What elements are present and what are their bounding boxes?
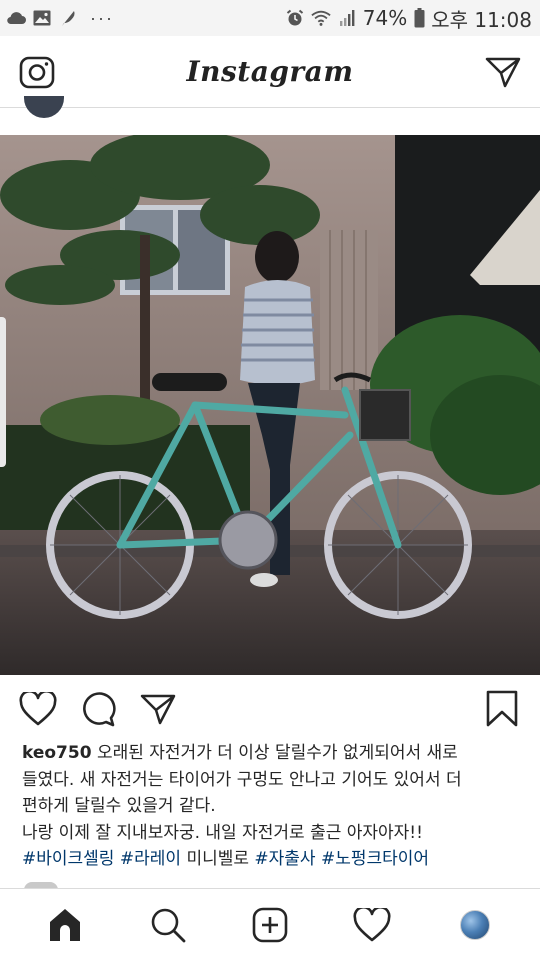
- instagram-logo[interactable]: Instagram: [187, 55, 354, 88]
- post-photo[interactable]: [0, 135, 540, 675]
- search-icon[interactable]: [143, 900, 193, 950]
- home-icon[interactable]: [40, 900, 90, 950]
- camera-icon[interactable]: [18, 53, 56, 91]
- side-edge-tab: [0, 317, 6, 467]
- profile-avatar-image: [459, 909, 490, 940]
- cloud-icon: [6, 8, 26, 28]
- like-icon[interactable]: [18, 689, 58, 729]
- hashtag[interactable]: #바이크셀링: [22, 849, 114, 869]
- status-bar: ··· 74% 오후 11:08: [0, 0, 540, 36]
- alarm-icon: [285, 8, 305, 28]
- caption-text-4: 나랑 이제 잘 지내보자궁. 내일 자전거로 출근 아자아자!!: [22, 822, 423, 843]
- activity-icon[interactable]: [347, 900, 397, 950]
- caption-text-2: 들였다. 새 자전거는 타이어가 구멍도 안나고 기어도 있어서 더: [22, 769, 462, 790]
- bottom-navigation: [0, 888, 540, 960]
- caption-text-1: 오래된 자전거가 더 이상 달릴수가 없게되어서 새로: [96, 743, 458, 763]
- profile-avatar[interactable]: [450, 900, 500, 950]
- more-dots-icon: ···: [90, 7, 114, 28]
- status-bar-right: 74% 오후 11:08: [285, 4, 532, 33]
- add-post-icon[interactable]: [245, 900, 295, 950]
- save-icon[interactable]: [482, 689, 522, 729]
- battery-percent: 74%: [362, 6, 408, 30]
- wifi-icon: [311, 8, 331, 28]
- hashtag[interactable]: #라레이: [120, 849, 181, 869]
- hashtag[interactable]: #노펑크타이어: [321, 849, 429, 869]
- battery-icon: [413, 8, 425, 28]
- hashtag[interactable]: #자출사: [254, 849, 315, 869]
- image-icon: [32, 8, 52, 28]
- post-caption: keo750 오래된 자전거가 더 이상 달릴수가 없게되어서 새로 들였다. …: [22, 740, 522, 873]
- caption-line-1: keo750 오래된 자전거가 더 이상 달릴수가 없게되어서 새로: [22, 740, 522, 767]
- previous-post-avatar[interactable]: [24, 96, 64, 118]
- comment-icon[interactable]: [78, 689, 118, 729]
- caption-hashtags: #바이크셀링 #라레이 미니벨로 #자출사 #노펑크타이어: [22, 846, 522, 873]
- share-icon[interactable]: [138, 689, 178, 729]
- caption-username[interactable]: keo750: [22, 743, 92, 763]
- post-actions: [0, 684, 540, 734]
- status-bar-left: ···: [6, 8, 114, 29]
- top-navigation: Instagram: [0, 36, 540, 108]
- direct-message-icon[interactable]: [484, 53, 522, 91]
- caption-plain-word: 미니벨로: [186, 849, 249, 869]
- status-time: 오후 11:08: [431, 7, 532, 32]
- caption-text-3: 편하게 달릴수 있을거 같다.: [22, 796, 216, 816]
- feather-icon: [58, 8, 78, 28]
- signal-icon: [337, 8, 357, 28]
